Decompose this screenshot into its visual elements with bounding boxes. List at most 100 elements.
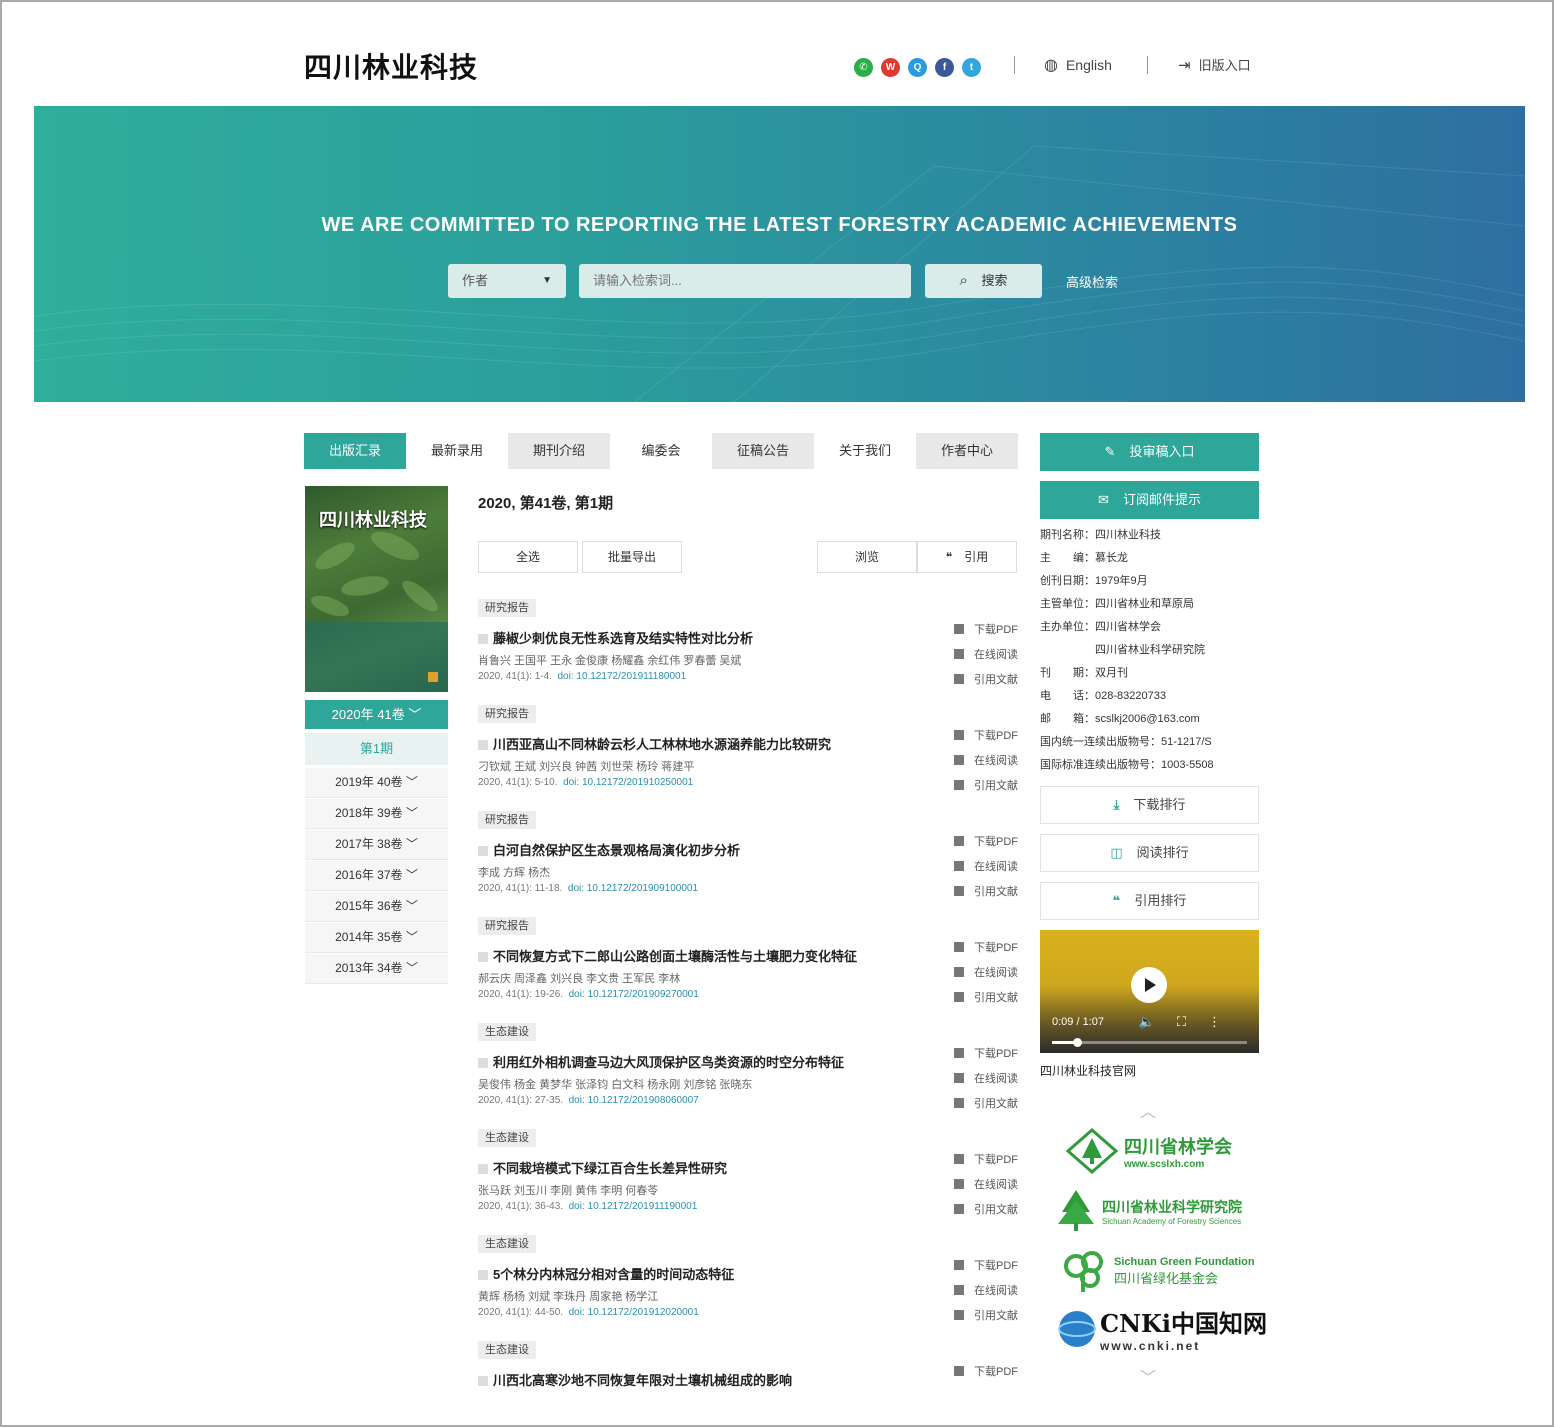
chevron-down-icon[interactable]: ﹀ <box>1140 1364 1156 1388</box>
language-switch[interactable]: ◍ English <box>1044 55 1112 75</box>
cite-link[interactable]: 引用文献 <box>954 884 1018 909</box>
article-title[interactable]: 白河自然保护区生态景观格局演化初步分析 <box>478 840 740 859</box>
volume-item[interactable]: 2017年 38卷 ﹀ <box>305 830 448 860</box>
cite-label: 引用文献 <box>974 992 1018 1004</box>
read-online-link[interactable]: 在线阅读 <box>954 965 1018 990</box>
article-pages: 2020, 41(1): 44-50. <box>478 1307 564 1318</box>
read-online-label: 在线阅读 <box>974 967 1018 979</box>
article-doi[interactable]: doi: 10.12172/201911190001 <box>569 1201 698 1212</box>
search-button[interactable]: ⌕ 搜索 <box>925 264 1042 298</box>
tab-latest[interactable]: 最新录用 <box>406 433 508 469</box>
article-doi[interactable]: doi: 10.12172/201909100001 <box>568 883 698 894</box>
journal-cover[interactable]: 四川林业科技 <box>305 486 448 692</box>
download-pdf-link[interactable]: 下载PDF <box>954 1046 1018 1071</box>
download-pdf-link[interactable]: 下载PDF <box>954 1258 1018 1283</box>
more-icon[interactable]: ⋮ <box>1208 1014 1243 1029</box>
tab-author-center[interactable]: 作者中心 <box>916 433 1018 469</box>
tab-call-for-papers[interactable]: 征稿公告 <box>712 433 814 469</box>
read-online-link[interactable]: 在线阅读 <box>954 859 1018 884</box>
article-doi[interactable]: doi: 10.12172/201909270001 <box>569 989 699 1000</box>
tab-publication[interactable]: 出版汇录 <box>304 433 406 469</box>
read-ranking-button[interactable]: ◫ 阅读排行 <box>1040 834 1259 872</box>
article-title[interactable]: 不同栽培模式下绿江百合生长差异性研究 <box>478 1158 727 1177</box>
site-title[interactable]: 四川林业科技 <box>304 46 478 86</box>
volume-label: 2018年 39卷 <box>335 806 403 820</box>
download-pdf-label: 下载PDF <box>974 1154 1018 1166</box>
twitter-icon[interactable]: t <box>962 58 981 77</box>
volume-label: 2015年 36卷 <box>335 899 403 913</box>
cite-link[interactable]: 引用文献 <box>954 1202 1018 1227</box>
submission-button[interactable]: ✎ 投审稿入口 <box>1040 433 1259 471</box>
tab-about[interactable]: 关于我们 <box>814 433 916 469</box>
foundation-tree-icon <box>1064 1251 1103 1292</box>
download-pdf-link[interactable]: 下载PDF <box>954 622 1018 647</box>
article-doi[interactable]: doi: 10.12172/201910250001 <box>563 777 693 788</box>
volume-item[interactable]: 2015年 36卷 ﹀ <box>305 892 448 922</box>
weibo-icon[interactable]: W <box>881 58 900 77</box>
download-pdf-link[interactable]: 下载PDF <box>954 834 1018 859</box>
volume-item[interactable]: 2014年 35卷 ﹀ <box>305 923 448 953</box>
cite-link[interactable]: 引用文献 <box>954 990 1018 1015</box>
article-doi[interactable]: doi: 10.12172/201911180001 <box>558 671 687 682</box>
article-title[interactable]: 藤椒少刺优良无性系选育及结实特性对比分析 <box>478 628 753 647</box>
video-progress-knob[interactable] <box>1073 1038 1083 1047</box>
facebook-icon[interactable]: f <box>935 58 954 77</box>
cite-link[interactable]: 引用文献 <box>954 1096 1018 1121</box>
volume-item[interactable]: 2016年 37卷 ﹀ <box>305 861 448 891</box>
volume-item[interactable]: 2019年 40卷 ﹀ <box>305 768 448 798</box>
video-progress[interactable] <box>1052 1038 1247 1047</box>
quote-icon: ❝ <box>1112 893 1121 908</box>
article-title[interactable]: 川西亚高山不同林龄云杉人工林林地水源涵养能力比较研究 <box>478 734 831 753</box>
read-online-link[interactable]: 在线阅读 <box>954 1071 1018 1096</box>
read-online-link[interactable]: 在线阅读 <box>954 1177 1018 1202</box>
advanced-search-link[interactable]: 高级检索 <box>1066 272 1118 291</box>
academy-logo[interactable]: 四川省林业科学研究院 Sichuan Academy of Forestry S… <box>1054 1188 1242 1234</box>
wechat-icon[interactable]: ✆ <box>854 58 873 77</box>
article-title[interactable]: 川西北高寒沙地不同恢复年限对土壤机械组成的影响 <box>478 1370 792 1389</box>
foundation-logo[interactable]: Sichuan Green Foundation 四川省绿化基金会 <box>1060 1248 1255 1294</box>
cnki-logo[interactable]: CNKi中国知网 www.cnki.net <box>1056 1304 1267 1353</box>
cite-link[interactable]: 引用文献 <box>954 1308 1018 1333</box>
volume-item[interactable]: 2013年 34卷 ﹀ <box>305 954 448 984</box>
download-pdf-link[interactable]: 下载PDF <box>954 728 1018 753</box>
cite-ranking-button[interactable]: ❝ 引用排行 <box>1040 882 1259 920</box>
current-issue[interactable]: 第1期 <box>305 733 448 765</box>
article-doi[interactable]: doi: 10.12172/201912020001 <box>569 1307 699 1318</box>
download-pdf-link[interactable]: 下载PDF <box>954 1152 1018 1177</box>
article-title[interactable]: 不同恢复方式下二郎山公路创面土壤酶活性与土壤肥力变化特征 <box>478 946 857 965</box>
article-title[interactable]: 利用红外相机调查马边大风顶保护区鸟类资源的时空分布特征 <box>478 1052 844 1071</box>
cite-link[interactable]: 引用文献 <box>954 672 1018 697</box>
chevron-up-icon[interactable]: ︿ <box>1140 1098 1156 1122</box>
download-pdf-link[interactable]: 下载PDF <box>954 940 1018 965</box>
search-input[interactable] <box>579 264 911 298</box>
list-item: 生态建设 5个林分内林冠分相对含量的时间动态特征 黄辉 杨杨 刘斌 李珠丹 周家… <box>478 1234 1023 1340</box>
select-all-button[interactable]: 全选 <box>478 541 578 573</box>
subscribe-label: 订阅邮件提示 <box>1122 492 1201 507</box>
current-volume[interactable]: 2020年 41卷 ﹀ <box>305 700 448 729</box>
old-version-link[interactable]: ⇥ 旧版入口 <box>1178 55 1251 74</box>
fullscreen-icon[interactable]: ⛶ <box>1177 1014 1208 1029</box>
read-online-link[interactable]: 在线阅读 <box>954 1283 1018 1308</box>
play-icon[interactable] <box>1131 967 1167 1003</box>
article-category: 生态建设 <box>478 1023 536 1041</box>
cite-link[interactable]: 引用文献 <box>954 778 1018 803</box>
society-logo[interactable]: 四川省林学会 www.scslxh.com <box>1066 1128 1232 1174</box>
download-ranking-button[interactable]: ⤓ 下载排行 <box>1040 786 1259 824</box>
article-doi[interactable]: doi: 10.12172/201908060007 <box>569 1095 699 1106</box>
banner-wave-decoration <box>34 145 1525 402</box>
tab-editorial-board[interactable]: 编委会 <box>610 433 712 469</box>
search-type-select[interactable]: 作者 ▼ <box>448 264 566 298</box>
browse-button[interactable]: 浏览 <box>817 541 917 573</box>
video-player[interactable]: 0:09 / 1:07 🔈⛶⋮ <box>1040 930 1259 1053</box>
article-title[interactable]: 5个林分内林冠分相对含量的时间动态特征 <box>478 1264 734 1283</box>
cite-button[interactable]: ❝ 引用 <box>917 541 1017 573</box>
tab-journal-intro[interactable]: 期刊介绍 <box>508 433 610 469</box>
read-online-link[interactable]: 在线阅读 <box>954 647 1018 672</box>
read-online-link[interactable]: 在线阅读 <box>954 753 1018 778</box>
volume-item[interactable]: 2018年 39卷 ﹀ <box>305 799 448 829</box>
download-pdf-link[interactable]: 下载PDF <box>954 1364 1018 1389</box>
qq-icon[interactable]: Q <box>908 58 927 77</box>
batch-export-button[interactable]: 批量导出 <box>582 541 682 573</box>
volume-icon[interactable]: 🔈 <box>1139 1014 1177 1029</box>
subscribe-button[interactable]: ✉ 订阅邮件提示 <box>1040 481 1259 519</box>
